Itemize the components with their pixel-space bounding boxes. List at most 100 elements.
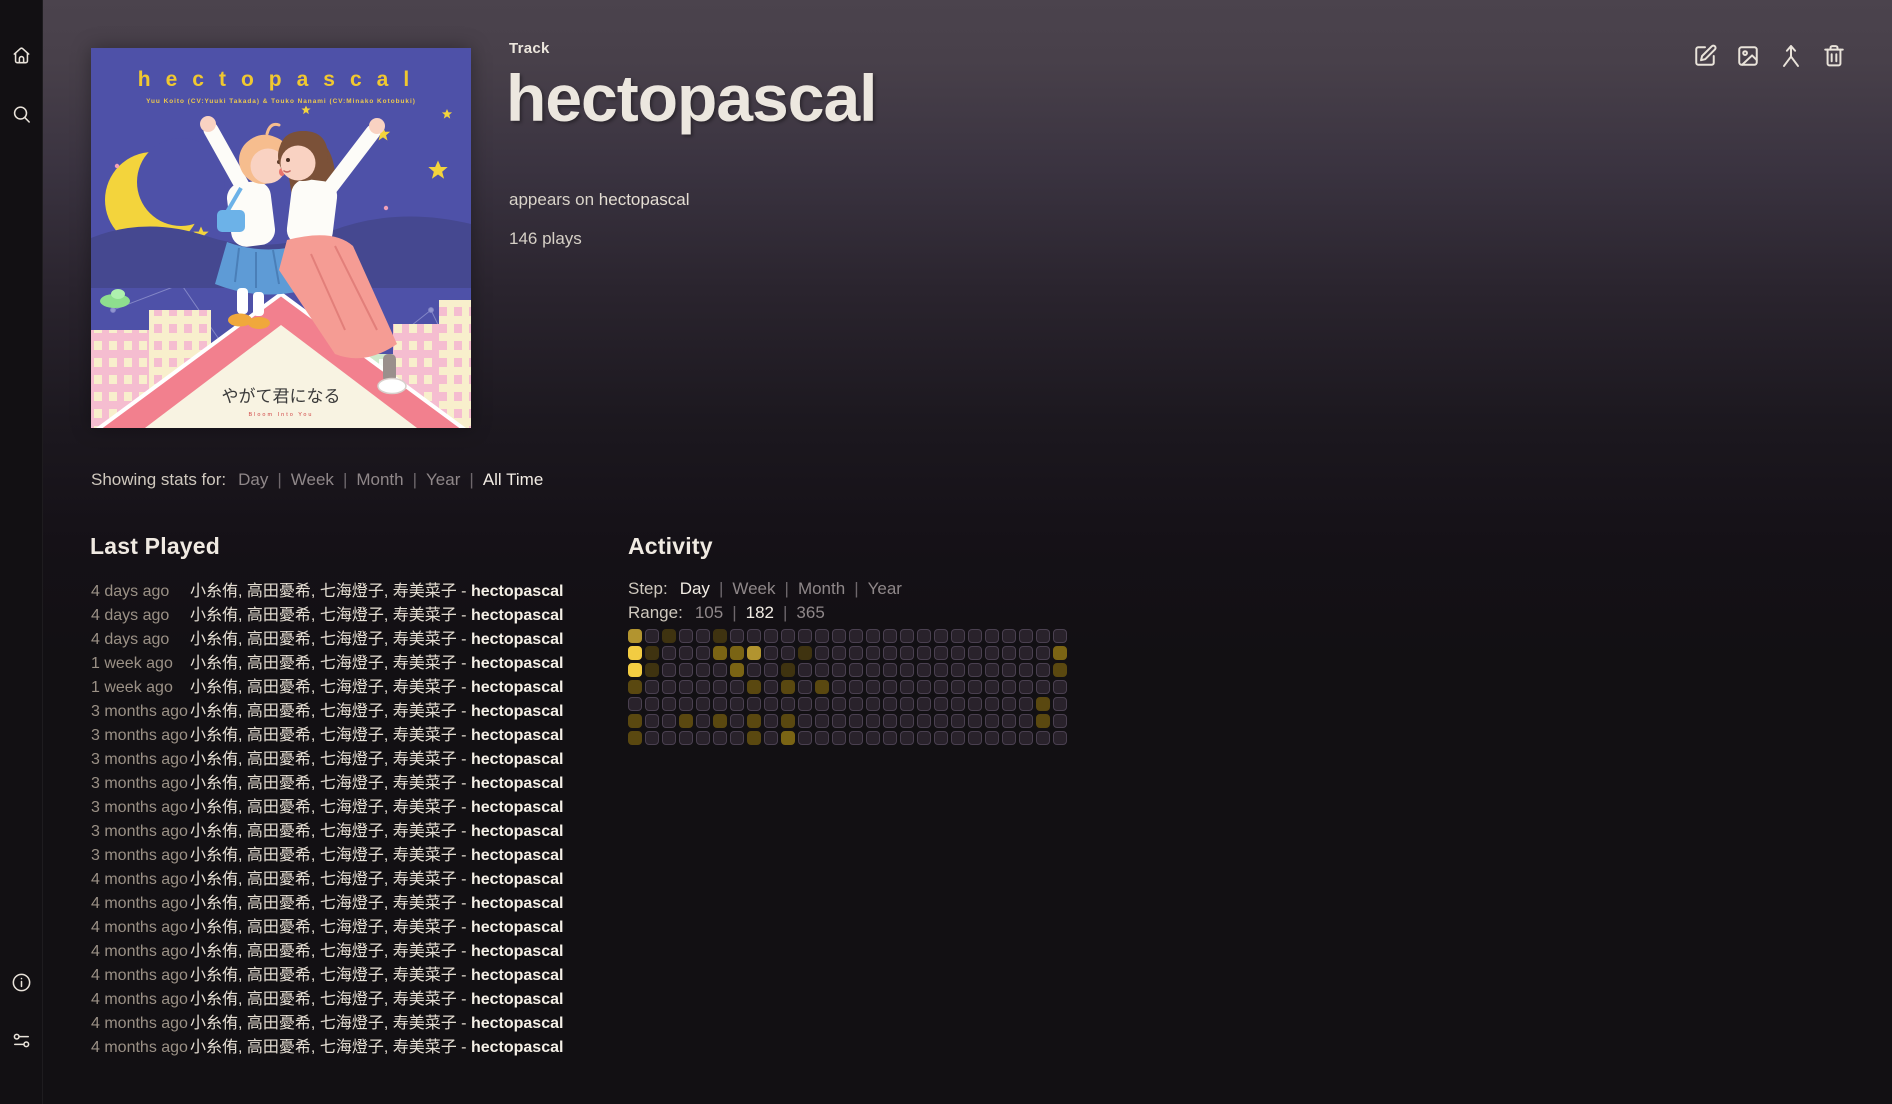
- activity-heatmap-cell[interactable]: [679, 731, 693, 745]
- track-link[interactable]: hectopascal: [471, 607, 563, 624]
- activity-heatmap-cell[interactable]: [696, 697, 710, 711]
- activity-heatmap-cell[interactable]: [696, 714, 710, 728]
- artist-link[interactable]: 七海燈子: [320, 823, 384, 840]
- activity-heatmap-cell[interactable]: [1053, 629, 1067, 643]
- option-month[interactable]: Month: [798, 579, 845, 598]
- activity-heatmap-cell[interactable]: [951, 629, 965, 643]
- activity-heatmap-cell[interactable]: [628, 697, 642, 711]
- artist-link[interactable]: 寿美菜子: [393, 991, 457, 1008]
- artist-link[interactable]: 高田憂希: [247, 871, 311, 888]
- activity-heatmap-cell[interactable]: [934, 731, 948, 745]
- activity-heatmap-cell[interactable]: [1019, 714, 1033, 728]
- activity-heatmap-cell[interactable]: [1036, 663, 1050, 677]
- activity-heatmap-cell[interactable]: [747, 731, 761, 745]
- activity-heatmap-cell[interactable]: [662, 697, 676, 711]
- activity-heatmap-cell[interactable]: [849, 731, 863, 745]
- activity-heatmap-cell[interactable]: [628, 714, 642, 728]
- artist-link[interactable]: 高田憂希: [247, 943, 311, 960]
- artist-link[interactable]: 寿美菜子: [393, 871, 457, 888]
- artist-link[interactable]: 寿美菜子: [393, 607, 457, 624]
- option-day[interactable]: Day: [238, 470, 268, 489]
- artist-link[interactable]: 寿美菜子: [393, 919, 457, 936]
- activity-heatmap-cell[interactable]: [1053, 714, 1067, 728]
- activity-heatmap-cell[interactable]: [1053, 663, 1067, 677]
- artist-link[interactable]: 七海燈子: [320, 967, 384, 984]
- activity-heatmap-cell[interactable]: [764, 697, 778, 711]
- activity-heatmap-cell[interactable]: [781, 731, 795, 745]
- artist-link[interactable]: 小糸侑: [190, 655, 238, 672]
- activity-heatmap-cell[interactable]: [628, 680, 642, 694]
- option-105[interactable]: 105: [695, 603, 723, 622]
- activity-heatmap-cell[interactable]: [815, 697, 829, 711]
- activity-heatmap-cell[interactable]: [985, 663, 999, 677]
- activity-heatmap-cell[interactable]: [1036, 714, 1050, 728]
- activity-heatmap-cell[interactable]: [730, 731, 744, 745]
- activity-heatmap-cell[interactable]: [1036, 731, 1050, 745]
- activity-heatmap-cell[interactable]: [781, 714, 795, 728]
- track-link[interactable]: hectopascal: [471, 703, 563, 720]
- track-link[interactable]: hectopascal: [471, 679, 563, 696]
- activity-heatmap-cell[interactable]: [883, 680, 897, 694]
- merge-icon[interactable]: [1777, 42, 1805, 70]
- activity-heatmap-cell[interactable]: [645, 646, 659, 660]
- artist-link[interactable]: 七海燈子: [320, 1015, 384, 1032]
- artist-link[interactable]: 小糸侑: [190, 799, 238, 816]
- activity-heatmap-cell[interactable]: [798, 697, 812, 711]
- artist-link[interactable]: 寿美菜子: [393, 703, 457, 720]
- activity-heatmap-cell[interactable]: [747, 697, 761, 711]
- artist-link[interactable]: 寿美菜子: [393, 655, 457, 672]
- artist-link[interactable]: 寿美菜子: [393, 775, 457, 792]
- activity-heatmap-cell[interactable]: [1036, 646, 1050, 660]
- activity-heatmap-cell[interactable]: [917, 731, 931, 745]
- activity-heatmap-cell[interactable]: [713, 629, 727, 643]
- activity-heatmap-cell[interactable]: [849, 663, 863, 677]
- activity-heatmap-cell[interactable]: [934, 646, 948, 660]
- artist-link[interactable]: 七海燈子: [320, 679, 384, 696]
- activity-heatmap-cell[interactable]: [917, 714, 931, 728]
- activity-heatmap-cell[interactable]: [764, 663, 778, 677]
- track-link[interactable]: hectopascal: [471, 823, 563, 840]
- artist-link[interactable]: 小糸侑: [190, 1015, 238, 1032]
- activity-heatmap-cell[interactable]: [866, 646, 880, 660]
- activity-heatmap-cell[interactable]: [798, 680, 812, 694]
- artist-link[interactable]: 寿美菜子: [393, 967, 457, 984]
- activity-heatmap-cell[interactable]: [900, 646, 914, 660]
- activity-heatmap-cell[interactable]: [662, 714, 676, 728]
- artist-link[interactable]: 高田憂希: [247, 799, 311, 816]
- activity-heatmap-cell[interactable]: [679, 680, 693, 694]
- artist-link[interactable]: 小糸侑: [190, 967, 238, 984]
- activity-heatmap-cell[interactable]: [798, 663, 812, 677]
- track-link[interactable]: hectopascal: [471, 919, 563, 936]
- activity-heatmap-cell[interactable]: [934, 663, 948, 677]
- change-image-icon[interactable]: [1734, 42, 1762, 70]
- activity-heatmap-cell[interactable]: [730, 680, 744, 694]
- activity-heatmap-cell[interactable]: [951, 697, 965, 711]
- artist-link[interactable]: 高田憂希: [247, 1039, 311, 1056]
- activity-heatmap-cell[interactable]: [917, 663, 931, 677]
- option-182[interactable]: 182: [746, 603, 774, 622]
- activity-heatmap-cell[interactable]: [781, 680, 795, 694]
- activity-heatmap-cell[interactable]: [628, 731, 642, 745]
- artist-link[interactable]: 寿美菜子: [393, 943, 457, 960]
- activity-heatmap-cell[interactable]: [679, 629, 693, 643]
- artist-link[interactable]: 七海燈子: [320, 751, 384, 768]
- activity-heatmap-cell[interactable]: [1019, 731, 1033, 745]
- activity-heatmap-cell[interactable]: [951, 663, 965, 677]
- artist-link[interactable]: 七海燈子: [320, 847, 384, 864]
- activity-heatmap-cell[interactable]: [679, 697, 693, 711]
- activity-heatmap-cell[interactable]: [866, 629, 880, 643]
- activity-heatmap-cell[interactable]: [730, 714, 744, 728]
- activity-heatmap-cell[interactable]: [662, 663, 676, 677]
- activity-heatmap-cell[interactable]: [696, 646, 710, 660]
- delete-icon[interactable]: [1820, 42, 1848, 70]
- activity-heatmap-cell[interactable]: [1002, 629, 1016, 643]
- settings-icon[interactable]: [10, 1029, 33, 1052]
- activity-heatmap-cell[interactable]: [1002, 731, 1016, 745]
- activity-heatmap-cell[interactable]: [645, 663, 659, 677]
- activity-heatmap-cell[interactable]: [883, 731, 897, 745]
- activity-heatmap-cell[interactable]: [662, 680, 676, 694]
- activity-heatmap-cell[interactable]: [679, 714, 693, 728]
- activity-heatmap-cell[interactable]: [730, 646, 744, 660]
- artist-link[interactable]: 小糸侑: [190, 703, 238, 720]
- artist-link[interactable]: 寿美菜子: [393, 727, 457, 744]
